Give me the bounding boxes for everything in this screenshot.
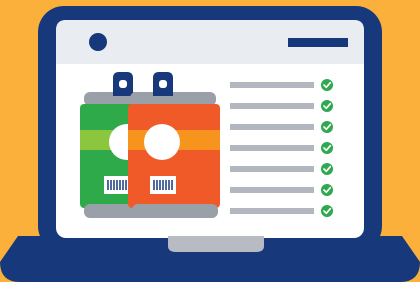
barcode-lines: [107, 180, 127, 190]
checkmark-circle-icon: [321, 163, 333, 175]
checklist-line: [230, 208, 314, 214]
checklist-line: [230, 82, 314, 88]
checkmark-circle-icon: [321, 142, 333, 154]
checkmark-circle-icon: [321, 79, 333, 91]
orange-can: [128, 72, 220, 218]
can-bottom-rim: [132, 204, 218, 218]
checkmark-circle-icon: [321, 205, 333, 217]
barcode-lines: [153, 180, 173, 190]
checklist-line: [230, 166, 314, 172]
checkmark-circle-icon: [321, 184, 333, 196]
checkmark-circle-icon: [321, 100, 333, 112]
pull-tab-hole: [159, 80, 167, 88]
trackpad: [168, 236, 264, 252]
laptop-illustration: [0, 0, 420, 282]
webcam-dot-icon: [89, 33, 107, 51]
checklist-line: [230, 145, 314, 151]
checklist-line: [230, 103, 314, 109]
checklist-line: [230, 187, 314, 193]
pull-tab-hole: [119, 80, 127, 88]
checklist-line: [230, 124, 314, 130]
can-label: [144, 124, 180, 160]
laptop-scene: [0, 0, 420, 282]
menu-bar-icon[interactable]: [288, 38, 348, 47]
checkmark-circle-icon: [321, 121, 333, 133]
